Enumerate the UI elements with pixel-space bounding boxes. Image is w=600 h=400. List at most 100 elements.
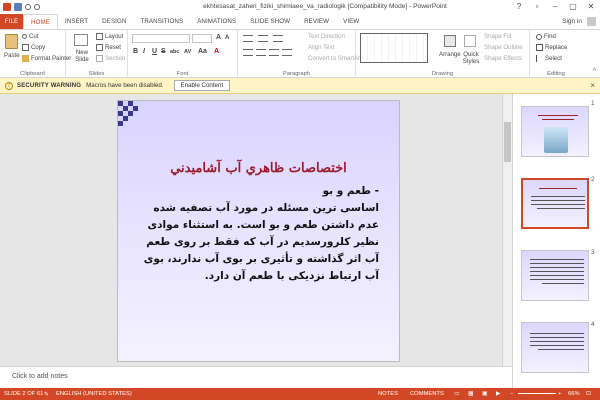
- new-slide-button[interactable]: New Slide: [71, 49, 93, 63]
- font-name-dropdown[interactable]: [132, 34, 190, 43]
- underline-button[interactable]: U: [152, 48, 157, 55]
- reset-icon: [96, 44, 103, 51]
- minimize-button[interactable]: –: [546, 0, 564, 14]
- help-button[interactable]: ?: [510, 0, 528, 14]
- align-text-button[interactable]: Align Text: [308, 44, 334, 51]
- tab-home[interactable]: HOME: [23, 14, 58, 29]
- fit-slide-icon[interactable]: ⊡: [586, 391, 591, 397]
- shapes-gallery[interactable]: [360, 33, 428, 63]
- align-left-icon[interactable]: [243, 49, 253, 56]
- drawing-group-label: Drawing: [431, 71, 454, 77]
- shape-effects-button[interactable]: Shape Effects: [484, 55, 522, 62]
- normal-view-icon[interactable]: ▭: [454, 391, 459, 397]
- slide-thumbnail-3[interactable]: [521, 250, 589, 301]
- zoom-slider[interactable]: [518, 393, 556, 394]
- quick-styles-icon[interactable]: [464, 35, 476, 47]
- copy-icon: [22, 44, 29, 51]
- slide-title[interactable]: اختصاصات ظاهري آب آشاميدني: [118, 161, 399, 176]
- slide-canvas[interactable]: اختصاصات ظاهري آب آشاميدني - طعم و بو اس…: [117, 100, 400, 362]
- tab-insert[interactable]: INSERT: [58, 14, 95, 29]
- slide-thumbnail-2[interactable]: [521, 178, 589, 229]
- close-icon[interactable]: ×: [590, 81, 595, 90]
- spelling-icon[interactable]: ✎: [44, 391, 49, 398]
- status-bar: SLIDE 2 OF 61 ✎ ENGLISH (UNITED STATES) …: [0, 388, 600, 400]
- italic-button[interactable]: I: [143, 48, 145, 55]
- format-painter-button[interactable]: Format Painter: [22, 55, 71, 62]
- paste-button[interactable]: Paste: [4, 52, 20, 59]
- tab-slide-show[interactable]: SLIDE SHOW: [243, 14, 297, 29]
- thumbnail-number: 2: [591, 176, 595, 183]
- font-color-button[interactable]: A: [214, 48, 219, 55]
- align-right-icon[interactable]: [269, 49, 279, 56]
- font-size-dropdown[interactable]: [192, 34, 212, 43]
- strikethrough-button[interactable]: S: [161, 48, 166, 55]
- layout-button[interactable]: Layout: [96, 33, 123, 40]
- text-shadow-button[interactable]: abc: [170, 49, 179, 55]
- tab-animations[interactable]: ANIMATIONS: [190, 14, 243, 29]
- collapse-ribbon-icon[interactable]: ^: [593, 68, 596, 75]
- decrease-font-button[interactable]: A: [225, 35, 229, 41]
- replace-button[interactable]: Replace: [536, 44, 567, 51]
- cut-label: Cut: [29, 33, 39, 40]
- tab-file[interactable]: FILE: [0, 14, 23, 29]
- quick-styles-button[interactable]: Quick Styles: [460, 51, 482, 65]
- avatar-icon[interactable]: [587, 17, 596, 26]
- arrange-icon[interactable]: [444, 35, 456, 47]
- slide-show-icon[interactable]: ▶: [496, 391, 500, 397]
- cut-button[interactable]: Cut: [22, 33, 38, 40]
- zoom-in-icon[interactable]: +: [558, 391, 561, 397]
- select-button[interactable]: Select: [536, 55, 562, 62]
- slide-thumbnail-1[interactable]: [521, 106, 589, 157]
- language-indicator[interactable]: ENGLISH (UNITED STATES): [56, 391, 132, 397]
- reading-view-icon[interactable]: ▣: [482, 391, 487, 397]
- zoom-level[interactable]: 66%: [568, 391, 580, 397]
- scrollbar-thumb[interactable]: [504, 122, 511, 162]
- redo-icon[interactable]: [34, 4, 40, 10]
- slide-sorter-icon[interactable]: ▦: [468, 391, 473, 397]
- align-center-icon[interactable]: [256, 49, 266, 56]
- enable-content-button[interactable]: Enable Content: [173, 80, 231, 91]
- undo-icon[interactable]: [25, 4, 31, 10]
- character-spacing-button[interactable]: AV: [184, 49, 191, 55]
- zoom-out-icon[interactable]: −: [510, 391, 513, 397]
- find-button[interactable]: Find: [536, 33, 556, 40]
- copy-button[interactable]: Copy: [22, 44, 45, 51]
- reset-button[interactable]: Reset: [96, 44, 121, 51]
- paste-icon[interactable]: [5, 34, 18, 49]
- slide-editor: اختصاصات ظاهري آب آشاميدني - طعم و بو اس…: [0, 94, 512, 366]
- increase-font-button[interactable]: A: [216, 34, 221, 41]
- comments-toggle[interactable]: COMMENTS: [410, 391, 444, 397]
- justify-icon[interactable]: [282, 49, 292, 56]
- tab-transitions[interactable]: TRANSITIONS: [133, 14, 190, 29]
- slide-thumbnail-4[interactable]: [521, 322, 589, 373]
- slide-body[interactable]: - طعم و بو اساسی ترین مسئله در مورد آب ت…: [130, 183, 379, 285]
- line-spacing-icon[interactable]: [273, 35, 283, 42]
- notes-toggle[interactable]: NOTES: [378, 391, 398, 397]
- find-label: Find: [544, 33, 556, 40]
- tab-design[interactable]: DESIGN: [95, 14, 133, 29]
- new-slide-icon[interactable]: [74, 34, 88, 46]
- bullets-icon[interactable]: [243, 35, 253, 42]
- sign-in-link[interactable]: Sign in: [562, 14, 582, 29]
- section-button[interactable]: Section: [96, 55, 125, 62]
- security-warning-bar: ! SECURITY WARNING Macros have been disa…: [0, 78, 600, 94]
- editing-group: Find Replace Select Editing: [530, 30, 582, 78]
- notes-pane[interactable]: Click to add notes: [0, 366, 512, 388]
- bold-button[interactable]: B: [133, 48, 138, 55]
- convert-smartart-button[interactable]: Convert to SmartArt: [308, 55, 362, 62]
- numbering-icon[interactable]: [258, 35, 268, 42]
- arrange-button[interactable]: Arrange: [439, 51, 461, 58]
- tab-review[interactable]: REVIEW: [297, 14, 336, 29]
- change-case-button[interactable]: Aa: [198, 48, 207, 55]
- text-direction-button[interactable]: Text Direction: [308, 33, 345, 40]
- water-glass-image: [544, 127, 568, 153]
- tab-view[interactable]: VIEW: [336, 14, 366, 29]
- shape-outline-button[interactable]: Shape Outline: [484, 44, 523, 51]
- vertical-scrollbar[interactable]: [502, 94, 512, 366]
- save-icon[interactable]: [14, 3, 22, 11]
- close-button[interactable]: ✕: [582, 0, 600, 14]
- ribbon-display-button[interactable]: ▫: [528, 0, 546, 14]
- maximize-button[interactable]: ▢: [564, 0, 582, 14]
- paragraph-group-label: Paragraph: [282, 71, 311, 77]
- shape-fill-button[interactable]: Shape Fill: [484, 33, 511, 40]
